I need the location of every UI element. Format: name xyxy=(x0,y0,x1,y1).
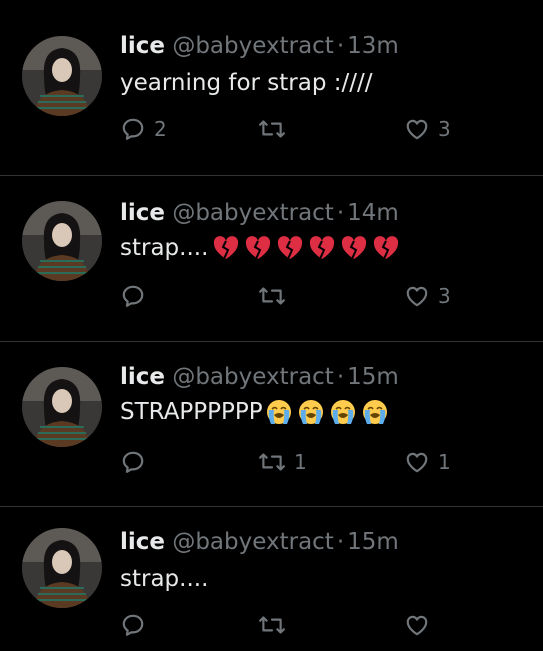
tweet-text: yearning for strap ://// xyxy=(120,68,373,98)
tweet-header: lice @babyextract · 14m xyxy=(120,199,399,227)
avatar-photo xyxy=(22,36,102,116)
tweet-text-content: yearning for strap ://// xyxy=(120,70,373,96)
heart-icon xyxy=(406,615,428,636)
broken-heart-icon xyxy=(310,236,335,260)
retweet-button[interactable] xyxy=(258,283,294,309)
reply-button[interactable] xyxy=(120,283,154,309)
broken-heart-icon xyxy=(342,236,367,260)
tweet[interactable]: lice @babyextract · 15m strap.... xyxy=(0,508,543,651)
tweet-header: lice @babyextract · 15m xyxy=(120,363,399,391)
like-button[interactable]: 3 xyxy=(404,116,451,142)
retweet-button[interactable] xyxy=(258,612,294,638)
timestamp[interactable]: 14m xyxy=(347,200,399,226)
emoji-row xyxy=(212,234,400,262)
reply-icon xyxy=(122,451,144,473)
emoji-row xyxy=(265,398,389,426)
tweet[interactable]: lice @babyextract · 14m strap.... 3 xyxy=(0,177,543,342)
display-name[interactable]: lice xyxy=(120,33,165,59)
like-count: 1 xyxy=(438,450,451,474)
like-button[interactable]: 3 xyxy=(404,283,451,309)
avatar[interactable] xyxy=(22,201,102,281)
avatar-photo xyxy=(22,367,102,447)
broken-heart-icon xyxy=(278,236,303,260)
tweet-actions: 3 xyxy=(120,283,480,315)
reply-icon xyxy=(122,614,144,636)
heart-icon xyxy=(406,452,428,473)
tweet[interactable]: lice @babyextract · 13m yearning for strap… xyxy=(0,0,543,176)
timestamp[interactable]: 15m xyxy=(347,529,399,555)
tweet-actions xyxy=(120,612,480,644)
reply-icon xyxy=(122,285,144,307)
display-name[interactable]: lice xyxy=(120,529,165,555)
broken-heart-icon xyxy=(246,236,271,260)
tweet-text-content: strap.... xyxy=(120,235,209,261)
loudly-crying-face-icon xyxy=(298,400,323,424)
tweet-text: strap.... xyxy=(120,233,400,263)
display-name[interactable]: lice xyxy=(120,200,165,226)
timestamp[interactable]: 13m xyxy=(347,33,399,59)
tweet-actions: 2 3 xyxy=(120,116,480,148)
user-handle[interactable]: @babyextract xyxy=(172,200,334,226)
avatar-photo xyxy=(22,528,102,608)
reply-button[interactable] xyxy=(120,612,154,638)
reply-count: 2 xyxy=(154,117,167,141)
avatar[interactable] xyxy=(22,528,102,608)
like-button[interactable]: 1 xyxy=(404,449,451,475)
retweet-icon xyxy=(259,453,285,471)
tweet-text: strap.... xyxy=(120,564,208,594)
user-handle[interactable]: @babyextract xyxy=(172,33,334,59)
tweet-actions: 1 1 xyxy=(120,449,480,481)
reply-button[interactable]: 2 xyxy=(120,116,167,142)
loudly-crying-face-icon xyxy=(266,400,291,424)
avatar[interactable] xyxy=(22,367,102,447)
broken-heart-icon xyxy=(374,236,399,260)
heart-icon xyxy=(406,119,428,140)
tweet-header: lice @babyextract · 13m xyxy=(120,32,399,60)
timestamp[interactable]: 15m xyxy=(347,364,399,390)
loudly-crying-face-icon xyxy=(362,400,387,424)
user-handle[interactable]: @babyextract xyxy=(172,529,334,555)
tweet-text-content: STRAPPPPPP xyxy=(120,399,263,425)
retweet-button[interactable]: 1 xyxy=(258,449,307,475)
separator: · xyxy=(336,33,345,59)
tweet-header: lice @babyextract · 15m xyxy=(120,528,399,556)
separator: · xyxy=(336,529,345,555)
avatar-photo xyxy=(22,201,102,281)
reply-button[interactable] xyxy=(120,449,154,475)
broken-heart-icon xyxy=(214,236,239,260)
tweet[interactable]: lice @babyextract · 15m STRAPPPPPP 1 1 xyxy=(0,343,543,507)
retweet-count: 1 xyxy=(294,450,307,474)
retweet-icon xyxy=(259,120,285,138)
tweet-text-content: strap.... xyxy=(120,566,209,592)
tweet-text: STRAPPPPPP xyxy=(120,397,389,427)
retweet-icon xyxy=(259,287,285,305)
separator: · xyxy=(336,200,345,226)
separator: · xyxy=(336,364,345,390)
tweet-feed: lice @babyextract · 13m yearning for strap… xyxy=(0,0,543,651)
loudly-crying-face-icon xyxy=(330,400,355,424)
display-name[interactable]: lice xyxy=(120,364,165,390)
avatar[interactable] xyxy=(22,36,102,116)
heart-icon xyxy=(406,286,428,307)
like-button[interactable] xyxy=(404,612,438,638)
retweet-button[interactable] xyxy=(258,116,294,142)
user-handle[interactable]: @babyextract xyxy=(172,364,334,390)
like-count: 3 xyxy=(438,117,451,141)
reply-icon xyxy=(122,118,144,140)
like-count: 3 xyxy=(438,284,451,308)
retweet-icon xyxy=(259,616,285,634)
